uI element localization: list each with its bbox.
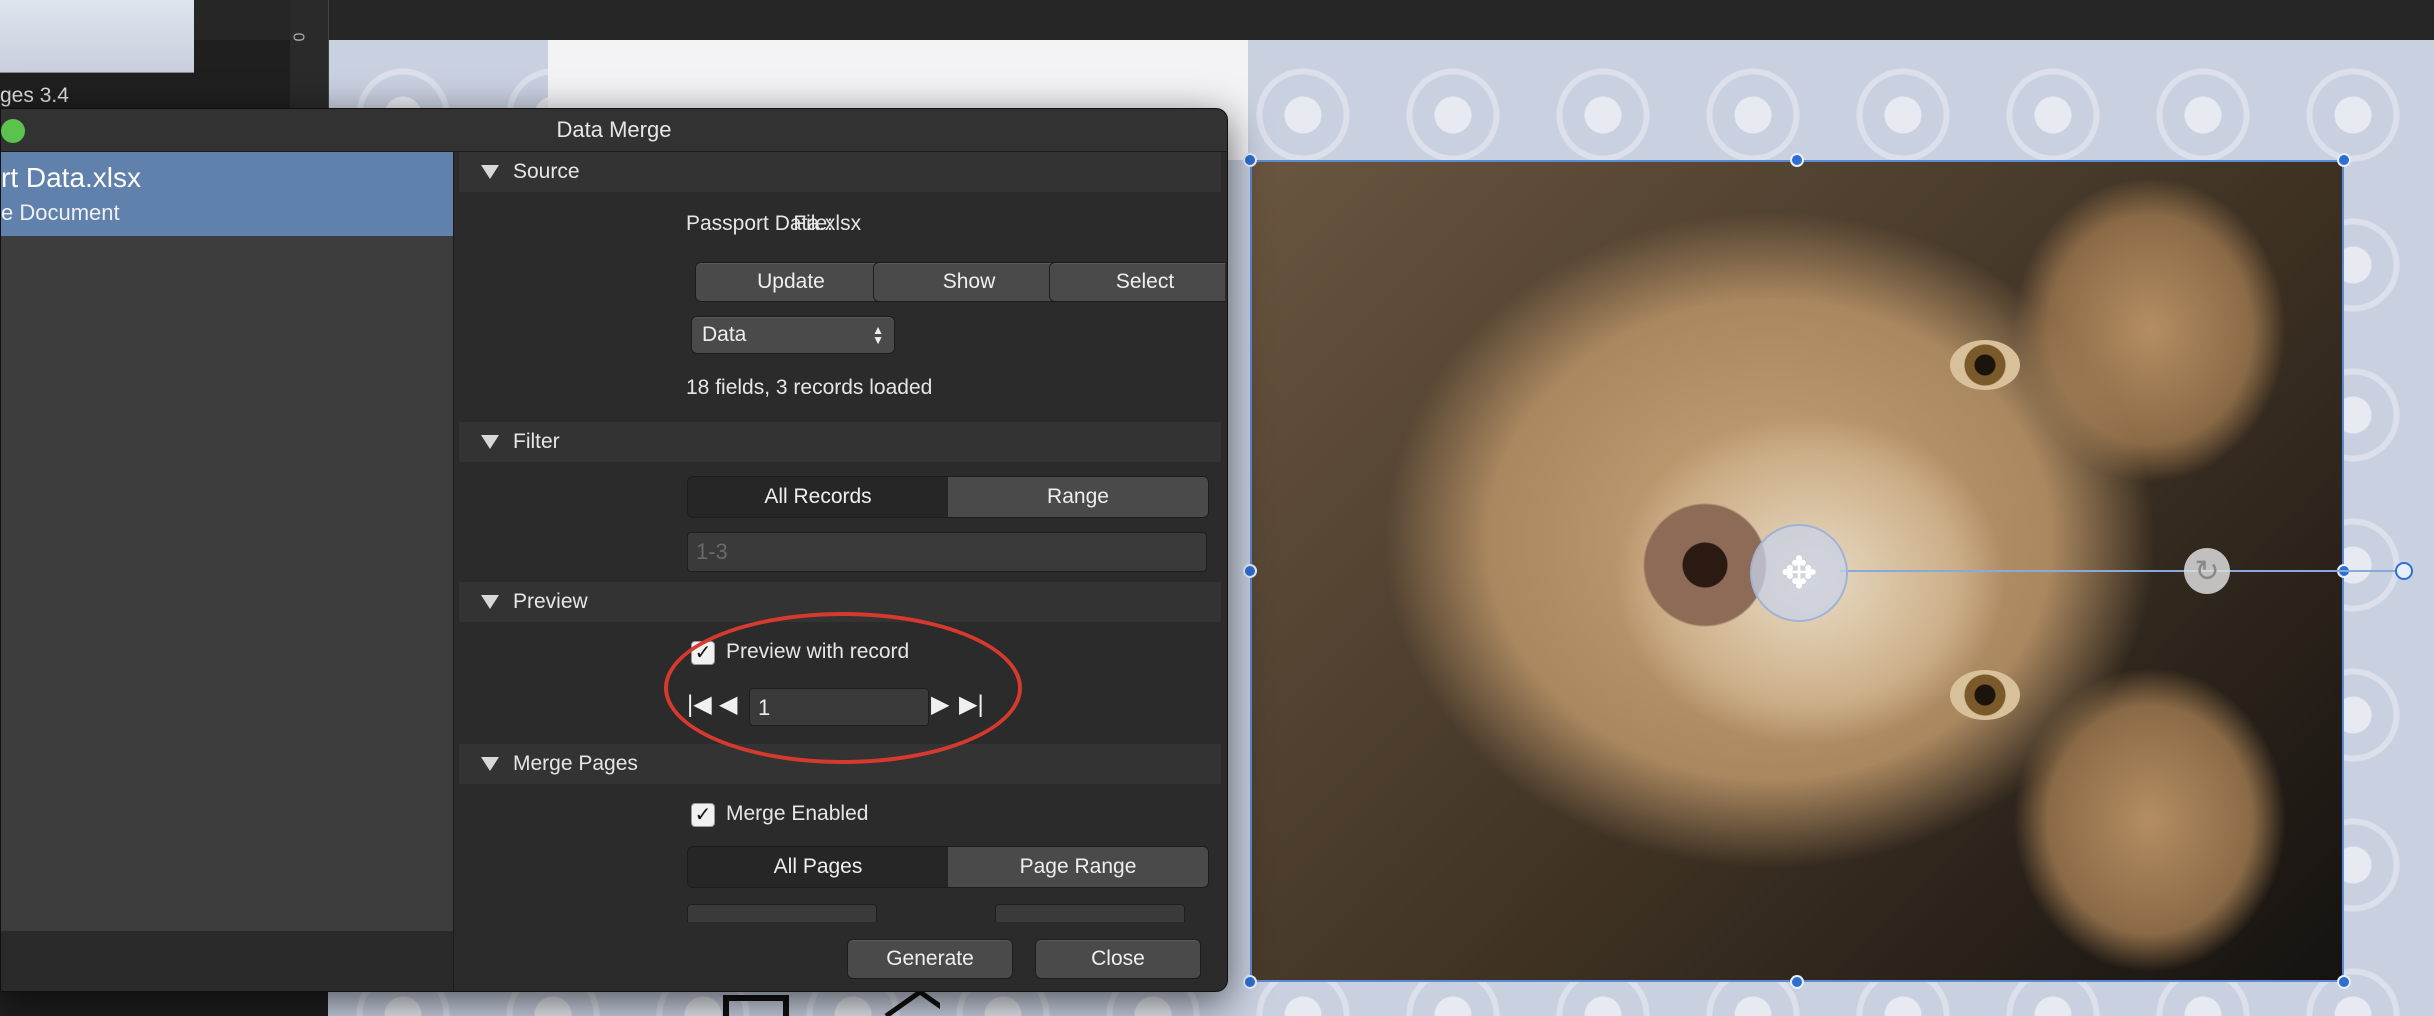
data-source-item[interactable]: rt Data.xlsx e Document [1, 152, 453, 236]
data-source-list: rt Data.xlsx e Document [1, 152, 454, 931]
page-range-to-field[interactable] [995, 904, 1185, 922]
close-button[interactable]: Close [1035, 939, 1201, 979]
section-filter-label: Filter [513, 430, 560, 453]
section-preview-label: Preview [513, 590, 588, 613]
records-status: 18 fields, 3 records loaded [686, 376, 933, 399]
annotation-ellipse [664, 612, 1022, 764]
repeat-segmented-control: All Pages Page Range [687, 846, 1209, 888]
page-range-segment[interactable]: Page Range [948, 847, 1208, 887]
resize-handle-bottom-right[interactable] [2337, 975, 2351, 989]
move-icon[interactable]: ✥ [1750, 524, 1848, 622]
dialog-titlebar[interactable]: Data Merge [1, 109, 1227, 152]
file-value: Passport Data.xlsx [686, 212, 862, 235]
ruler-zero-label: 0 [291, 32, 309, 42]
resize-handle-top[interactable] [1790, 153, 1804, 167]
section-merge-pages-label: Merge Pages [513, 752, 638, 775]
data-source-item-title: rt Data.xlsx [1, 162, 142, 193]
show-button[interactable]: Show [873, 262, 1065, 302]
disclosure-triangle-icon [481, 165, 499, 179]
page-thumbnail[interactable] [0, 0, 194, 73]
range-input[interactable]: 1-3 [687, 532, 1207, 572]
all-records-segment[interactable]: All Records [688, 477, 948, 517]
section-filter[interactable]: Filter [459, 422, 1221, 462]
all-pages-segment[interactable]: All Pages [688, 847, 948, 887]
shape-tools-partial [723, 990, 940, 1016]
vertical-ruler [290, 0, 329, 110]
resize-handle-left[interactable] [1243, 564, 1257, 578]
top-toolbar [0, 0, 2434, 40]
source-list-footer [1, 931, 454, 991]
rotate-icon[interactable]: ↻ [2184, 548, 2230, 594]
rotation-guide-line [1840, 570, 2400, 572]
disclosure-triangle-icon [481, 435, 499, 449]
section-source[interactable]: Source [459, 152, 1221, 192]
merge-enabled-checkbox[interactable]: ✓ [691, 803, 715, 827]
sheet-select[interactable]: Data ▲ ▼ [691, 316, 895, 354]
resize-handle-top-right[interactable] [2337, 153, 2351, 167]
thumbnail-caption: ges 3.4 [0, 84, 69, 107]
resize-handle-bottom[interactable] [1790, 975, 1804, 989]
section-source-label: Source [513, 160, 580, 183]
range-segment[interactable]: Range [948, 477, 1208, 517]
dialog-footer: Generate Close [455, 931, 1227, 991]
sheet-select-value: Data [702, 323, 747, 346]
disclosure-triangle-icon [481, 595, 499, 609]
resize-handle-top-left[interactable] [1243, 153, 1257, 167]
data-source-item-subtitle: e Document [1, 200, 120, 225]
generate-button[interactable]: Generate [847, 939, 1013, 979]
settings-panel: Source File: Passport Data.xlsx Update S… [455, 152, 1225, 922]
merge-enabled-label: Merge Enabled [726, 802, 869, 825]
updown-chevron-icon: ▲ ▼ [872, 323, 884, 347]
dialog-title: Data Merge [556, 117, 672, 142]
resize-handle-bottom-left[interactable] [1243, 975, 1257, 989]
disclosure-triangle-icon [481, 757, 499, 771]
use-segmented-control: All Records Range [687, 476, 1209, 518]
data-merge-dialog: Data Merge rt Data.xlsx e Document Sourc… [0, 108, 1228, 992]
page-range-from-field[interactable] [687, 904, 877, 922]
update-button[interactable]: Update [695, 262, 887, 302]
rotation-end-handle[interactable] [2395, 562, 2413, 580]
select-button[interactable]: Select [1049, 262, 1225, 302]
